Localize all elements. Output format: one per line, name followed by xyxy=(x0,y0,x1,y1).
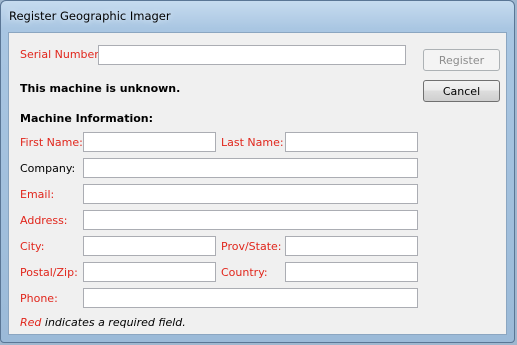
postal-zip-label: Postal/Zip: xyxy=(20,266,78,279)
window-title: Register Geographic Imager xyxy=(9,9,171,23)
machine-status-text: This machine is unknown. xyxy=(20,82,181,95)
dialog-window: Register Geographic Imager Serial Number… xyxy=(0,0,515,343)
last-name-input[interactable] xyxy=(285,132,418,152)
email-label: Email: xyxy=(20,188,55,201)
phone-label: Phone: xyxy=(20,292,58,305)
title-bar[interactable]: Register Geographic Imager xyxy=(1,1,514,31)
required-field-note: Red indicates a required field. xyxy=(20,316,186,329)
postal-zip-input[interactable] xyxy=(83,262,216,282)
required-red-word: Red xyxy=(20,316,42,329)
phone-input[interactable] xyxy=(83,288,418,308)
prov-state-input[interactable] xyxy=(285,236,418,256)
email-input[interactable] xyxy=(83,184,418,204)
section-title: Machine Information: xyxy=(20,112,154,125)
company-input[interactable] xyxy=(83,158,418,178)
first-name-input[interactable] xyxy=(83,132,216,152)
city-label: City: xyxy=(20,240,45,253)
serial-number-label: Serial Number: xyxy=(20,48,103,61)
dialog-body: Serial Number: Register Cancel This mach… xyxy=(8,32,507,335)
address-input[interactable] xyxy=(83,210,418,230)
cancel-button[interactable]: Cancel xyxy=(423,80,500,102)
first-name-label: First Name: xyxy=(20,136,83,149)
register-button[interactable]: Register xyxy=(423,49,500,71)
prov-state-label: Prov/State: xyxy=(221,240,282,253)
city-input[interactable] xyxy=(83,236,216,256)
country-input[interactable] xyxy=(285,262,418,282)
country-label: Country: xyxy=(221,266,268,279)
last-name-label: Last Name: xyxy=(221,136,284,149)
serial-number-input[interactable] xyxy=(98,45,406,65)
company-label: Company: xyxy=(20,162,76,175)
address-label: Address: xyxy=(20,214,68,227)
required-note-text: indicates a required field. xyxy=(41,316,186,329)
